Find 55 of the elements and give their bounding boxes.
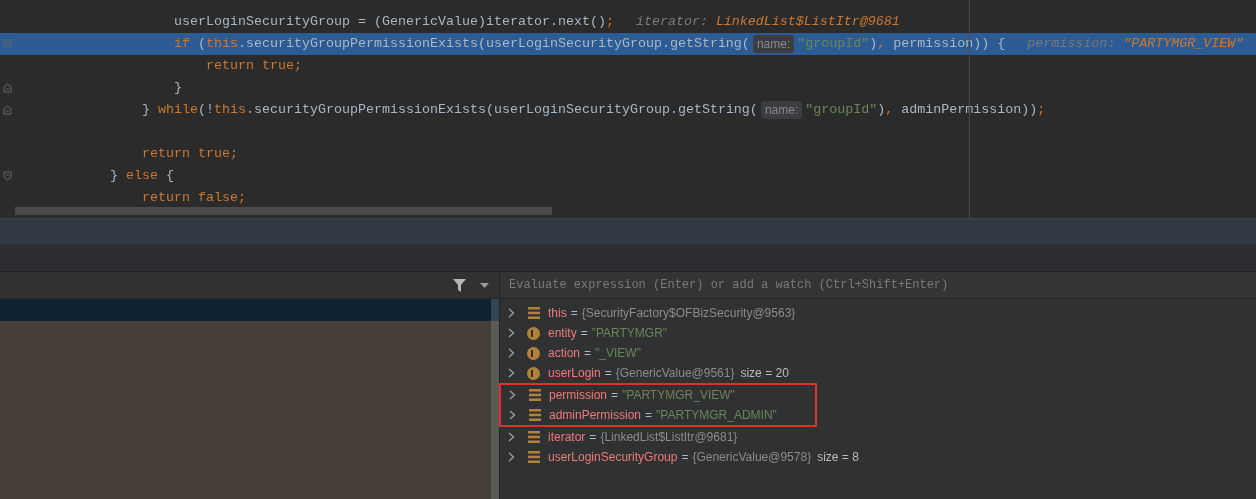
filter-icon[interactable] bbox=[453, 278, 466, 292]
horizontal-scrollbar[interactable] bbox=[15, 207, 552, 215]
code-editor[interactable] bbox=[0, 0, 1256, 218]
variable-size: size = 20 bbox=[740, 365, 789, 382]
variable-name: iterator bbox=[548, 429, 586, 446]
parameter-hint: name: bbox=[760, 101, 803, 119]
field-icon bbox=[527, 431, 540, 443]
code-text: } bbox=[172, 79, 182, 97]
variable-value: "PARTYMGR" bbox=[591, 325, 668, 342]
equals-sign: = bbox=[681, 449, 689, 466]
equals-sign: = bbox=[645, 407, 653, 424]
inline-hint-label: permission: bbox=[1027, 35, 1116, 53]
parameter-icon bbox=[527, 326, 540, 340]
variable-size: size = 8 bbox=[817, 449, 859, 466]
field-icon bbox=[527, 307, 540, 319]
code-text: userLoginSecurityGroup = (GenericValue)iterator.next(); bbox=[172, 13, 614, 31]
variable-value: "_VIEW" bbox=[595, 345, 641, 362]
field-icon bbox=[527, 451, 540, 463]
code-text: return true; bbox=[204, 57, 302, 75]
vertical-scrollbar[interactable] bbox=[491, 299, 499, 499]
inline-hint-label: iterator: bbox=[635, 13, 708, 31]
variable-name: userLoginSecurityGroup bbox=[548, 449, 678, 466]
code-text: if (this.securityGroupPermissionExists(userLoginSecurityGroup.getString( bbox=[172, 35, 750, 53]
equals-sign: = bbox=[570, 305, 578, 322]
inline-hint-value: "PARTYMGR_VIEW" bbox=[1123, 35, 1244, 53]
parameter-hint: name: bbox=[752, 35, 795, 53]
code-text: "groupId"), adminPermission)); bbox=[805, 101, 1046, 119]
equals-sign: = bbox=[611, 387, 619, 404]
evaluate-expression-field[interactable]: Evaluate expression (Enter) or add a watch (Ctrl+Shift+Enter) bbox=[509, 276, 1256, 294]
parameter-icon bbox=[527, 366, 540, 380]
inline-hint-value: LinkedList$ListItr@9681 bbox=[715, 13, 900, 31]
field-icon bbox=[528, 409, 541, 421]
variable-value: "PARTYMGR_VIEW" bbox=[622, 387, 735, 404]
field-icon bbox=[528, 389, 541, 401]
equals-sign: = bbox=[589, 429, 597, 446]
variable-value: {SecurityFactory$OFBizSecurity@9563} bbox=[581, 305, 796, 322]
dropdown-caret-icon[interactable] bbox=[480, 282, 489, 288]
variable-name: this bbox=[548, 305, 567, 322]
variable-name: entity bbox=[548, 325, 577, 342]
code-text: } while(!this.securityGroupPermissionExists(userLoginSecurityGroup.getString( bbox=[141, 101, 758, 119]
code-text: return true; bbox=[141, 145, 238, 163]
equals-sign: = bbox=[580, 325, 588, 342]
variable-value: {LinkedList$ListItr@9681} bbox=[600, 429, 738, 446]
variable-value: "PARTYMGR_ADMIN" bbox=[656, 407, 777, 424]
equals-sign: = bbox=[584, 345, 592, 362]
variable-name: userLogin bbox=[548, 365, 601, 382]
variable-value: {GenericValue@9561} bbox=[615, 365, 735, 382]
variable-name: adminPermission bbox=[549, 407, 642, 424]
code-text: } else { bbox=[109, 167, 174, 185]
variable-name: permission bbox=[549, 387, 608, 404]
variable-value: {GenericValue@9578} bbox=[692, 449, 812, 466]
parameter-icon bbox=[527, 346, 540, 360]
equals-sign: = bbox=[604, 365, 612, 382]
code-text: return false; bbox=[141, 189, 246, 207]
variable-name: action bbox=[548, 345, 581, 362]
